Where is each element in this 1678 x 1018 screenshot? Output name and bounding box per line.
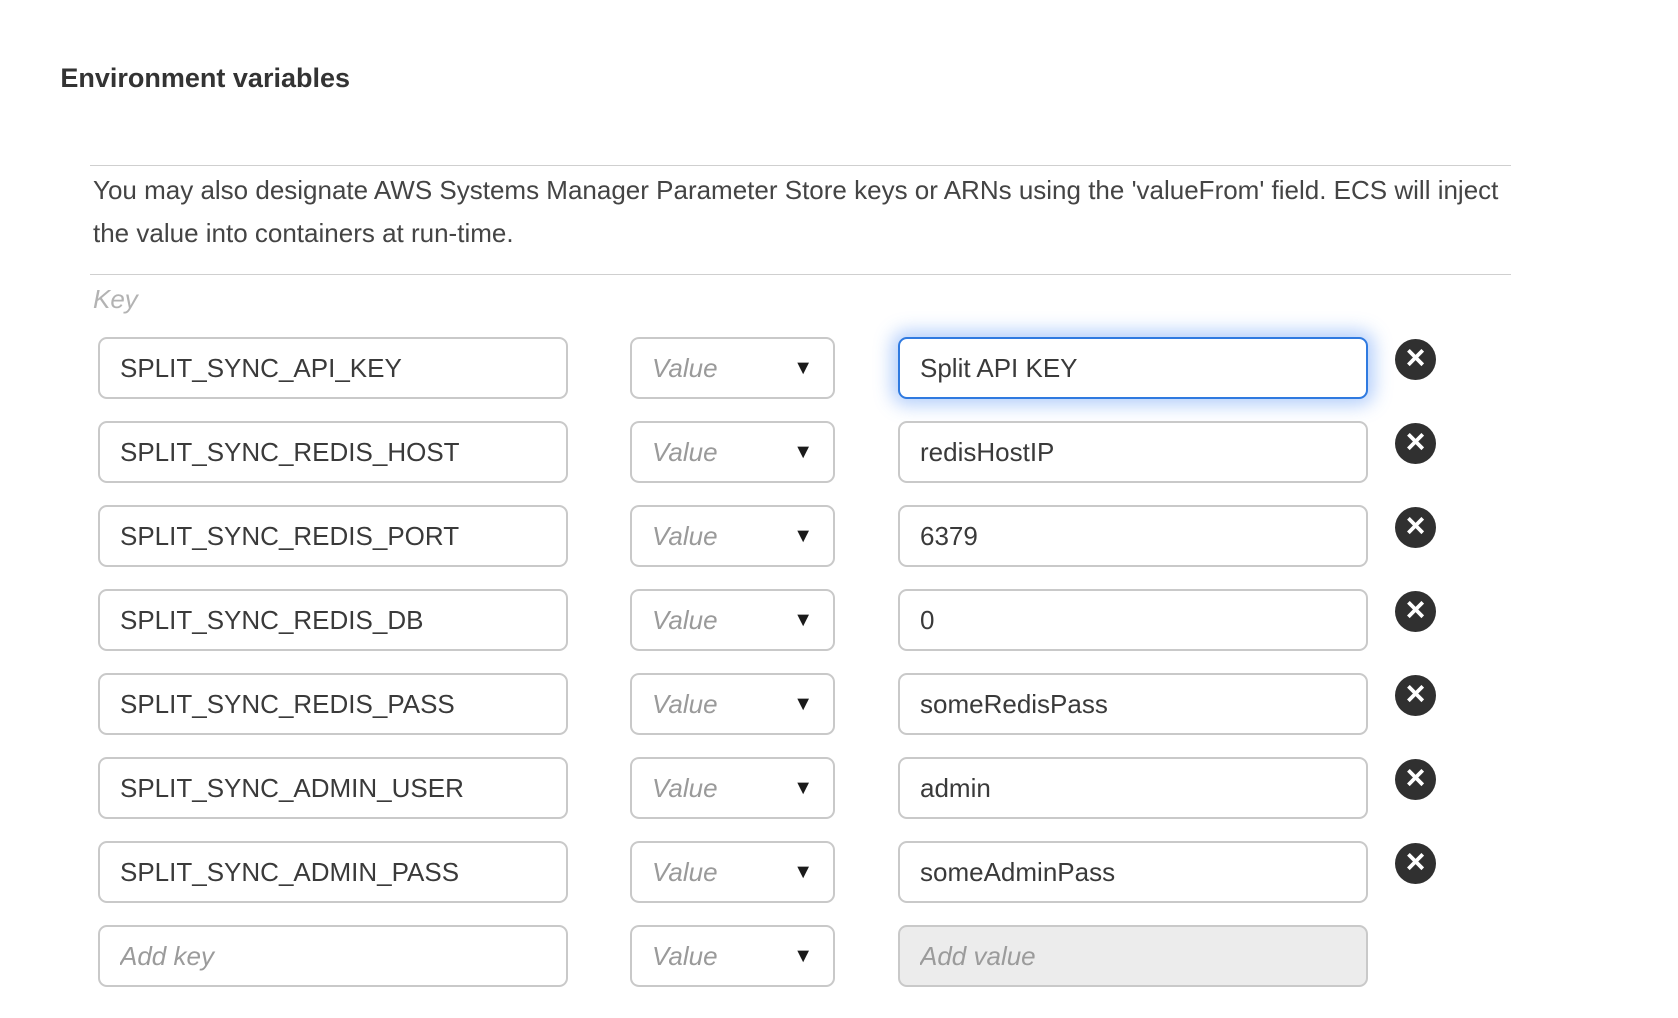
env-var-row: Value ▼ × — [0, 337, 1678, 399]
remove-row-button[interactable]: × — [1395, 843, 1436, 884]
remove-row-button[interactable]: × — [1395, 675, 1436, 716]
value-type-dropdown[interactable]: Value ▼ — [630, 337, 835, 399]
chevron-down-icon: ▼ — [793, 694, 813, 714]
remove-row-button[interactable]: × — [1395, 759, 1436, 800]
remove-row-button[interactable]: × — [1395, 339, 1436, 380]
env-var-row: Value ▼ × — [0, 505, 1678, 567]
dropdown-selected-label: Value — [652, 941, 718, 972]
remove-row-button[interactable]: × — [1395, 507, 1436, 548]
remove-row-button[interactable]: × — [1395, 591, 1436, 632]
env-value-input[interactable] — [898, 757, 1368, 819]
env-key-input[interactable] — [98, 505, 568, 567]
env-var-row: Value ▼ × — [0, 757, 1678, 819]
env-key-input[interactable] — [98, 673, 568, 735]
section-description: You may also designate AWS Systems Manag… — [93, 169, 1523, 255]
dropdown-selected-label: Value — [652, 353, 718, 384]
add-key-input[interactable] — [98, 925, 568, 987]
remove-row-button[interactable]: × — [1395, 423, 1436, 464]
env-value-input[interactable] — [898, 421, 1368, 483]
chevron-down-icon: ▼ — [793, 610, 813, 630]
env-key-input[interactable] — [98, 589, 568, 651]
value-type-dropdown[interactable]: Value ▼ — [630, 925, 835, 987]
chevron-down-icon: ▼ — [793, 778, 813, 798]
environment-variables-form: Environment variables You may also desig… — [0, 0, 1678, 1018]
env-value-input[interactable] — [898, 505, 1368, 567]
chevron-down-icon: ▼ — [793, 358, 813, 378]
env-key-input[interactable] — [98, 337, 568, 399]
value-type-dropdown[interactable]: Value ▼ — [630, 841, 835, 903]
close-icon: × — [1406, 677, 1426, 711]
dropdown-selected-label: Value — [652, 689, 718, 720]
env-key-input[interactable] — [98, 421, 568, 483]
env-value-input[interactable] — [898, 841, 1368, 903]
divider — [90, 274, 1511, 275]
env-key-input[interactable] — [98, 841, 568, 903]
close-icon: × — [1406, 761, 1426, 795]
env-value-input[interactable] — [898, 673, 1368, 735]
value-type-dropdown[interactable]: Value ▼ — [630, 505, 835, 567]
value-type-dropdown[interactable]: Value ▼ — [630, 421, 835, 483]
value-type-dropdown[interactable]: Value ▼ — [630, 673, 835, 735]
dropdown-selected-label: Value — [652, 437, 718, 468]
value-type-dropdown[interactable]: Value ▼ — [630, 589, 835, 651]
value-type-dropdown[interactable]: Value ▼ — [630, 757, 835, 819]
add-env-var-row: Value ▼ — [0, 925, 1678, 987]
env-var-row: Value ▼ × — [0, 421, 1678, 483]
divider — [90, 165, 1511, 166]
env-var-row: Value ▼ × — [0, 841, 1678, 903]
close-icon: × — [1406, 341, 1426, 375]
close-icon: × — [1406, 509, 1426, 543]
chevron-down-icon: ▼ — [793, 442, 813, 462]
close-icon: × — [1406, 425, 1426, 459]
chevron-down-icon: ▼ — [793, 946, 813, 966]
dropdown-selected-label: Value — [652, 773, 718, 804]
add-value-input[interactable] — [898, 925, 1368, 987]
chevron-down-icon: ▼ — [793, 526, 813, 546]
dropdown-selected-label: Value — [652, 857, 718, 888]
env-var-row: Value ▼ × — [0, 673, 1678, 735]
env-value-input[interactable] — [898, 589, 1368, 651]
env-key-input[interactable] — [98, 757, 568, 819]
close-icon: × — [1406, 593, 1426, 627]
env-var-row: Value ▼ × — [0, 589, 1678, 651]
chevron-down-icon: ▼ — [793, 862, 813, 882]
key-column-label: Key — [93, 284, 138, 315]
env-value-input[interactable] — [898, 337, 1368, 399]
dropdown-selected-label: Value — [652, 521, 718, 552]
dropdown-selected-label: Value — [652, 605, 718, 636]
section-title: Environment variables — [50, 57, 350, 99]
close-icon: × — [1406, 845, 1426, 879]
